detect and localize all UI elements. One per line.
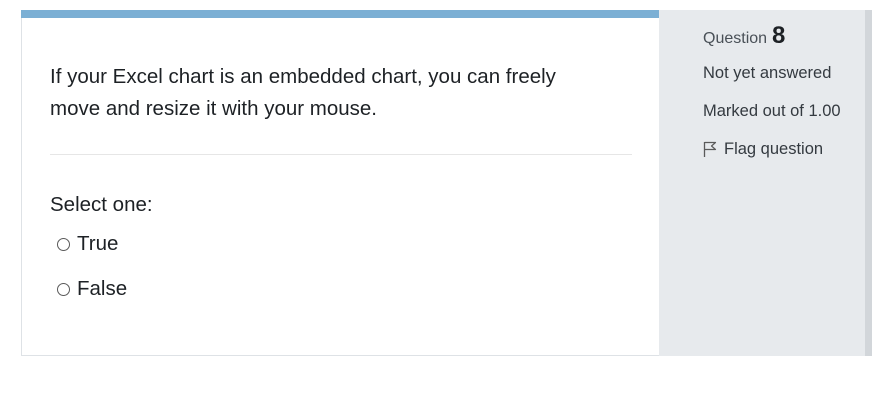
flag-outline-icon[interactable] <box>703 141 717 158</box>
question-accent-bar <box>21 10 660 18</box>
flag-question-label[interactable]: Flag question <box>724 140 823 159</box>
option-false-label[interactable]: False <box>77 277 127 301</box>
question-state: Not yet answered <box>703 64 832 82</box>
radio-false[interactable] <box>57 282 70 296</box>
flag-question-button[interactable]: Flag question <box>703 140 823 159</box>
option-true[interactable]: True <box>57 232 118 256</box>
question-text: If your Excel chart is an embedded chart… <box>50 65 556 120</box>
divider <box>50 154 632 155</box>
info-panel-edge <box>865 10 872 356</box>
question-card: If your Excel chart is an embedded chart… <box>21 10 872 356</box>
radio-true[interactable] <box>57 237 70 251</box>
question-info-panel: Question 8 Not yet answered Marked out o… <box>659 10 872 356</box>
question-content: If your Excel chart is an embedded chart… <box>21 10 660 356</box>
option-false[interactable]: False <box>57 277 127 301</box>
question-number-label: Question <box>703 30 768 47</box>
option-true-label[interactable]: True <box>77 232 118 256</box>
question-number-value: 8 <box>772 22 786 49</box>
select-prompt: Select one: <box>50 193 153 216</box>
question-grade: Marked out of 1.00 <box>703 102 841 120</box>
question-number: Question 8 <box>703 22 785 50</box>
